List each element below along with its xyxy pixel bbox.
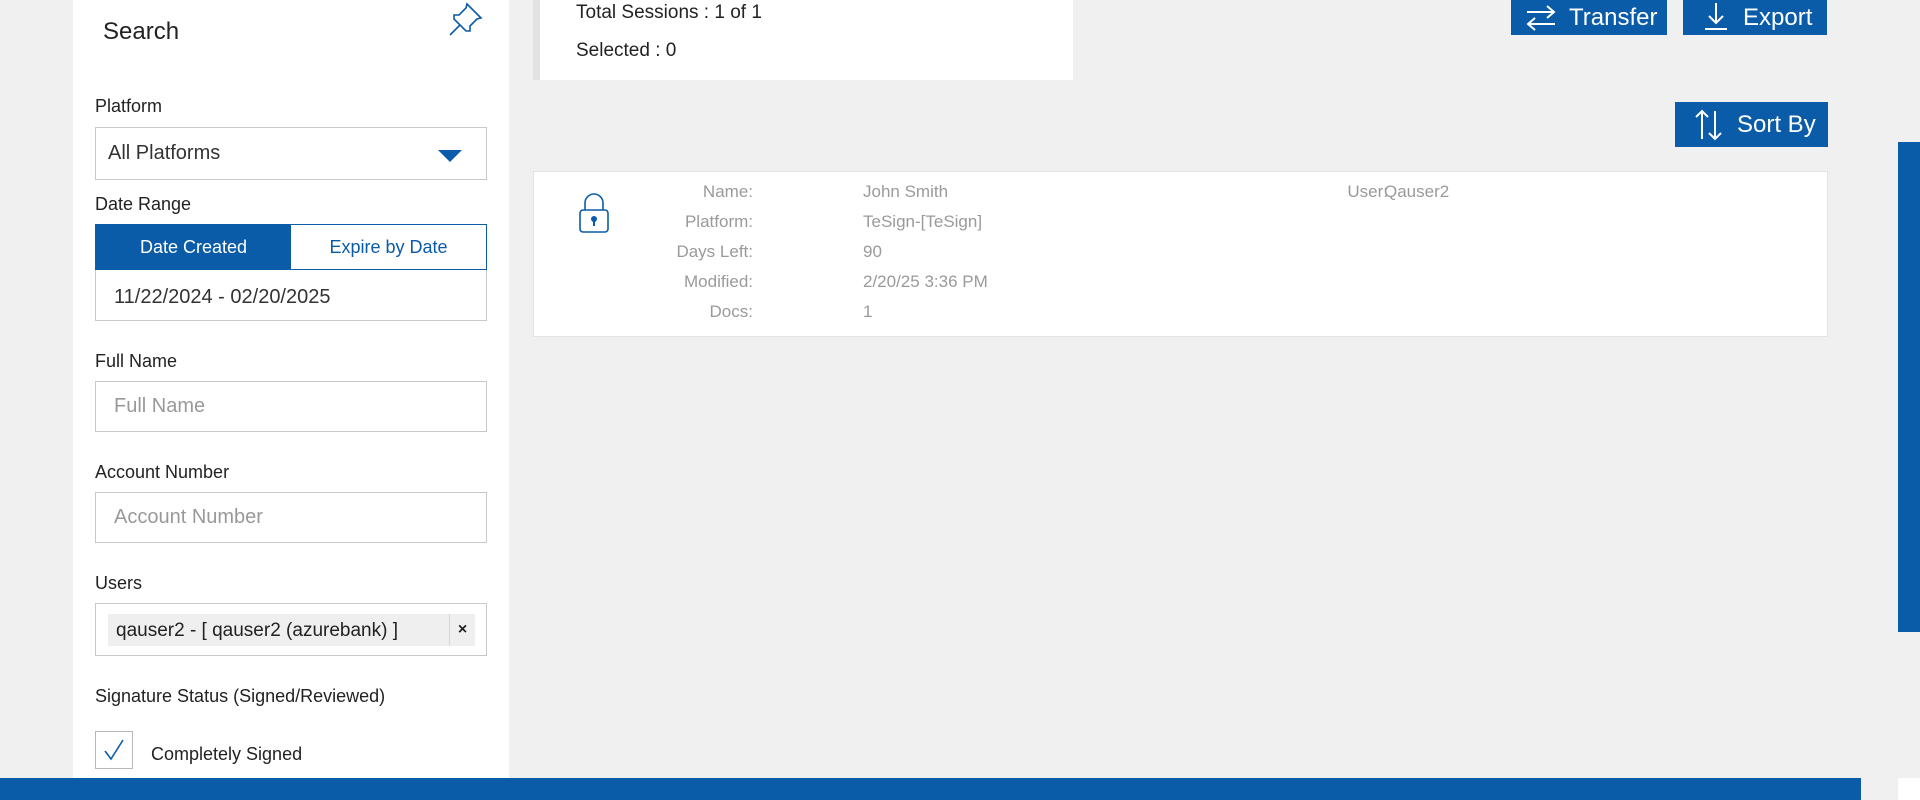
sort-by-label: Sort By	[1737, 110, 1816, 138]
platform-select[interactable]: All Platforms	[95, 127, 487, 180]
docs-key: Docs:	[709, 302, 753, 321]
export-icon	[1705, 2, 1727, 30]
sort-by-button[interactable]: Sort By	[1675, 102, 1828, 147]
modified-value: 2/20/25 3:36 PM	[863, 272, 988, 291]
completely-signed-label: Completely Signed	[151, 744, 303, 764]
platform-value: TeSign-[TeSign]	[863, 212, 983, 231]
chevron-down-icon	[438, 150, 462, 162]
transfer-button[interactable]: Transfer	[1511, 0, 1667, 35]
selected-count: Selected : 0	[576, 40, 677, 61]
days-left-key: Days Left:	[676, 242, 753, 261]
name-key: Name:	[702, 182, 753, 201]
modified-key: Modified:	[684, 272, 753, 291]
platform-label: Platform	[95, 96, 163, 116]
account-number-field	[95, 492, 487, 543]
tab-date-created[interactable]: Date Created	[96, 225, 291, 269]
corner	[1898, 778, 1920, 800]
pin-icon[interactable]	[445, 0, 485, 40]
full-name-field	[95, 381, 487, 432]
docs-value: 1	[863, 302, 873, 321]
session-card[interactable]: Name: John Smith Platform: TeSign-[TeSig…	[533, 171, 1828, 337]
export-label: Export	[1743, 3, 1813, 31]
footer-bar	[0, 778, 1861, 800]
signature-status-label: Signature Status (Signed/Reviewed)	[95, 686, 386, 706]
tab-expire-by-date[interactable]: Expire by Date	[291, 225, 486, 269]
platform-select-value: All Platforms	[108, 142, 221, 164]
account-number-input[interactable]	[96, 493, 486, 542]
transfer-icon	[1526, 4, 1556, 31]
full-name-input[interactable]	[96, 382, 486, 431]
sessions-summary: Total Sessions : 1 of 1 Selected : 0	[533, 0, 1073, 80]
user-value: Qauser2	[1384, 182, 1450, 201]
checkmark-icon	[104, 739, 124, 761]
completely-signed-checkbox[interactable]	[95, 731, 133, 769]
date-range-label: Date Range	[95, 194, 192, 214]
export-button[interactable]: Export	[1683, 0, 1827, 35]
sort-icon	[1695, 109, 1722, 140]
days-left-value: 90	[863, 242, 882, 261]
users-multiselect[interactable]: qauser2 - [ qauser2 (azurebank) ] ×	[95, 603, 487, 656]
users-label: Users	[95, 573, 143, 593]
name-value: John Smith	[863, 182, 949, 201]
account-number-label: Account Number	[95, 462, 230, 482]
platform-key: Platform:	[684, 212, 753, 231]
search-panel-title: Search	[103, 18, 180, 45]
search-panel: Search Platform All Platforms Date Range…	[73, 0, 509, 778]
date-range-input[interactable]: 11/22/2024 - 02/20/2025	[95, 270, 487, 321]
transfer-label: Transfer	[1569, 3, 1658, 31]
user-chip: qauser2 - [ qauser2 (azurebank) ]	[108, 614, 449, 646]
scrollbar[interactable]	[1898, 142, 1920, 632]
full-name-label: Full Name	[95, 351, 178, 371]
date-range-toggle: Date Created Expire by Date	[95, 224, 487, 270]
total-sessions: Total Sessions : 1 of 1	[576, 2, 762, 23]
user-key: User:	[1347, 182, 1388, 201]
close-icon[interactable]: ×	[449, 614, 475, 646]
